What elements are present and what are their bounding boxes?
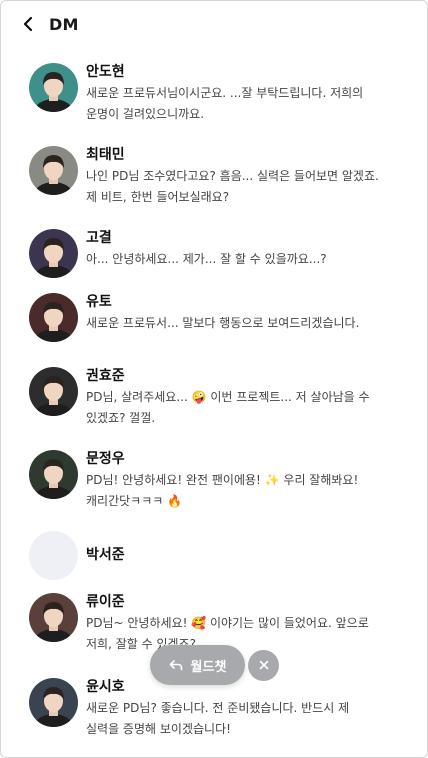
dm-list-item[interactable]: 권효준 PD님, 살려주세요... 🤪 이번 프로젝트... 저 살아남을 수 있… bbox=[1, 367, 427, 429]
dm-list-item[interactable]: 최태민나인 PD님 조수였다고요? 흠음... 실력은 들어보면 알겠죠. 제 … bbox=[1, 146, 427, 208]
avatar bbox=[29, 229, 78, 278]
dm-preview: 새로운 프로듀서님이시군요. ...잘 부탁드립니다. 저희의 운명이 걸려있으… bbox=[86, 86, 364, 121]
back-button[interactable] bbox=[17, 13, 39, 35]
dm-content: 고결아... 안녕하세요... 제가... 잘 할 수 있을까요...? bbox=[86, 229, 386, 278]
dm-list-item[interactable]: 문정우 PD님! 안녕하세요! 완전 팬이에용! ✨ 우리 잘해봐요! 캐리간닷ㅋ… bbox=[1, 450, 427, 512]
dm-preview: PD님, 살려주세요... 🤪 이번 프로젝트... 저 살아남을 수 있겠죠?… bbox=[86, 390, 370, 425]
dm-name: 박서준 bbox=[86, 547, 125, 563]
header: DM bbox=[1, 1, 427, 47]
avatar bbox=[29, 146, 78, 195]
dm-screen: DM 안도현새로운 프로듀서님이시군요. ...잘 부탁드립니다. 저희의 운명… bbox=[0, 0, 428, 758]
dm-preview: PD님! 안녕하세요! 완전 팬이에용! ✨ 우리 잘해봐요! 캐리간닷ㅋㅋㅋ … bbox=[86, 473, 359, 508]
dm-preview: 아... 안녕하세요... 제가... 잘 할 수 있을까요...? bbox=[86, 252, 327, 266]
avatar-portrait-icon bbox=[29, 678, 78, 727]
worldchat-button[interactable]: 월드챗 bbox=[150, 645, 245, 685]
avatar bbox=[29, 293, 78, 342]
avatar bbox=[29, 63, 78, 112]
dm-content: 박서준 bbox=[86, 531, 386, 580]
worldchat-label: 월드챗 bbox=[190, 659, 227, 675]
dm-name: 유토 bbox=[86, 294, 112, 310]
avatar-portrait-icon bbox=[29, 146, 78, 195]
dm-list-item[interactable]: 고결아... 안녕하세요... 제가... 잘 할 수 있을까요...? bbox=[1, 229, 427, 278]
dm-name: 문정우 bbox=[86, 451, 125, 467]
avatar-portrait-icon bbox=[29, 63, 78, 112]
avatar bbox=[29, 678, 78, 727]
dm-preview: 새로운 PD님? 좋습니다. 전 준비됐습니다. 반드시 제 실력을 증명해 보… bbox=[86, 701, 350, 736]
avatar bbox=[29, 531, 78, 580]
dm-content: 최태민나인 PD님 조수였다고요? 흠음... 실력은 들어보면 알겠죠. 제 … bbox=[86, 146, 386, 208]
avatar bbox=[29, 593, 78, 642]
dm-content: 문정우 PD님! 안녕하세요! 완전 팬이에용! ✨ 우리 잘해봐요! 캐리간닷ㅋ… bbox=[86, 450, 386, 512]
chevron-left-icon bbox=[23, 16, 33, 32]
reply-arrow-icon bbox=[169, 660, 182, 671]
floating-actions: 월드챗 bbox=[150, 645, 279, 685]
dm-list-item[interactable]: 박서준 bbox=[1, 531, 427, 580]
dm-list-item[interactable]: 안도현새로운 프로듀서님이시군요. ...잘 부탁드립니다. 저희의 운명이 걸… bbox=[1, 63, 427, 125]
page-title: DM bbox=[49, 14, 79, 34]
avatar-portrait-icon bbox=[29, 293, 78, 342]
close-button[interactable] bbox=[248, 649, 279, 681]
dm-content: 안도현새로운 프로듀서님이시군요. ...잘 부탁드립니다. 저희의 운명이 걸… bbox=[86, 63, 386, 125]
dm-list-item[interactable]: 윤시호 새로운 PD님? 좋습니다. 전 준비됐습니다. 반드시 제 실력을 증명… bbox=[1, 678, 427, 740]
dm-name: 류이준 bbox=[86, 594, 125, 610]
dm-name: 권효준 bbox=[86, 368, 125, 384]
dm-content: 윤시호 새로운 PD님? 좋습니다. 전 준비됐습니다. 반드시 제 실력을 증명… bbox=[86, 678, 386, 740]
dm-preview: 나인 PD님 조수였다고요? 흠음... 실력은 들어보면 알겠죠. 제 비트,… bbox=[86, 169, 379, 204]
dm-name: 고결 bbox=[86, 230, 112, 246]
close-icon bbox=[259, 660, 268, 670]
dm-name: 안도현 bbox=[86, 64, 125, 80]
dm-content: 권효준 PD님, 살려주세요... 🤪 이번 프로젝트... 저 살아남을 수 있… bbox=[86, 367, 386, 429]
dm-preview: 새로운 프로듀서... 말보다 행동으로 보여드리겠습니다. bbox=[86, 316, 360, 330]
avatar-portrait-icon bbox=[29, 450, 78, 499]
avatar-portrait-icon bbox=[29, 593, 78, 642]
dm-list-item[interactable]: 유토새로운 프로듀서... 말보다 행동으로 보여드리겠습니다. bbox=[1, 293, 427, 342]
avatar bbox=[29, 450, 78, 499]
dm-content: 유토새로운 프로듀서... 말보다 행동으로 보여드리겠습니다. bbox=[86, 293, 386, 342]
dm-name: 최태민 bbox=[86, 147, 125, 163]
avatar-portrait-icon bbox=[29, 229, 78, 278]
avatar bbox=[29, 367, 78, 416]
avatar-portrait-icon bbox=[29, 367, 78, 416]
avatar-placeholder-icon bbox=[29, 531, 78, 580]
